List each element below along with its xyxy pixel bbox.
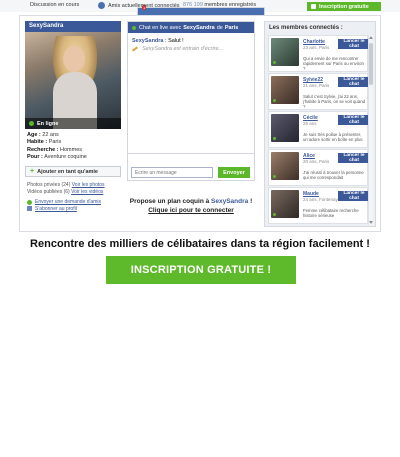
typing-indicator: SexySandra est entrain d'écrire... [131, 45, 250, 53]
subscribe-link[interactable]: S'abonner au profil [27, 206, 121, 213]
online-dot-icon [273, 175, 276, 178]
profile-media: Photos privées (24) Voir les photos Vidé… [25, 182, 121, 195]
profile-links: Envoyer une demande d'amis S'abonner au … [25, 199, 121, 212]
member-item: Charlotte 23 ans, Paris Qui a envie de m… [268, 35, 368, 72]
discussion-label: Discussion en cours [30, 2, 80, 8]
tagline: Rencontre des milliers de célibataires d… [30, 238, 370, 250]
friends-indicator[interactable]: Amis actuellement connectés [98, 2, 180, 9]
chat-cta-text: Propose un plan coquin à SexySandra ! Cl… [127, 197, 255, 215]
age-value: 22 ans [42, 132, 59, 138]
recherche-value: Hommes [60, 146, 83, 153]
top-bar: 1 Discussion en cours Amis actuellement … [0, 0, 400, 167]
member-message: J'ai réussi à trouver la personne qui me… [303, 170, 364, 180]
main-frame: SexySandra En ligne Age : 22 ans Habite … [19, 15, 381, 232]
view-videos-link[interactable]: Voir les vidéos [71, 189, 103, 195]
age-label: Age : [27, 132, 41, 138]
scroll-thumb[interactable] [369, 43, 373, 85]
scroll-up-icon[interactable] [369, 36, 373, 39]
member-info: 23 ans, Paris [303, 45, 330, 50]
chat-message: SexySandra : Salut ! [132, 38, 184, 44]
subscribe-icon [27, 206, 32, 212]
signup-top-label: Inscription gratuite [319, 3, 369, 10]
online-dot-icon [273, 137, 276, 140]
online-status-label: En ligne [37, 120, 59, 127]
launch-chat-button[interactable]: Lancer le chat [338, 191, 368, 201]
members-panel: Les membres connectés : Charlotte 23 ans… [264, 21, 376, 227]
view-photos-link[interactable]: Voir les photos [72, 182, 105, 188]
member-message: Je suis très poilue à présenter, un ador… [303, 132, 363, 142]
photos-count: Photos privées (24) [27, 182, 71, 189]
members-list: Charlotte 23 ans, Paris Qui a envie de m… [268, 35, 368, 225]
add-friend-button[interactable]: + Ajouter en tant qu'amie [25, 166, 121, 178]
online-dot-icon [273, 61, 276, 64]
videos-count: Vidéos publiées (6) [27, 188, 70, 195]
plus-icon: + [30, 168, 35, 176]
users-icon [98, 2, 105, 9]
profile-panel: SexySandra En ligne Age : 22 ans Habite … [25, 21, 121, 231]
members-count-label: membres enregistrés [204, 2, 257, 8]
discussion-indicator[interactable]: 1 Discussion en cours [30, 2, 265, 167]
habite-label: Habite : [27, 139, 48, 146]
member-info: 20 ans, Paris [303, 159, 330, 164]
signup-cta-button[interactable]: INSCRIPTION GRATUITE ! [106, 256, 296, 284]
launch-chat-button[interactable]: Lancer le chat [338, 77, 368, 87]
members-title: Les membres connectés : [269, 25, 343, 31]
friends-label: Amis actuellement connectés [108, 2, 180, 9]
add-friend-label: Ajouter en tant qu'amie [37, 168, 98, 175]
message-input[interactable] [131, 167, 213, 178]
pour-label: Pour : [27, 153, 43, 160]
member-info: 21 ans, Paris [303, 83, 330, 88]
profile-photo[interactable]: En ligne [25, 32, 121, 129]
profile-info: Age : 22 ans Habite : Paris Recherche : … [25, 132, 121, 161]
profile-username: SexySandra [25, 21, 121, 32]
chat-header: Chat en live avec SexySandra de Paris [128, 22, 254, 33]
members-scrollbar[interactable] [368, 35, 373, 225]
member-item: Cécile 25 ans Je suis très poilue à prés… [268, 111, 368, 148]
member-info: 25 ans [303, 121, 317, 126]
member-item: Sylvie22 21 ans, Paris Salut c'est Sylvi… [268, 73, 368, 110]
chat-online-icon [132, 25, 136, 30]
launch-chat-button[interactable]: Lancer le chat [338, 39, 368, 49]
member-item: Maude 24 ans, Fontenay-s... Femme céliba… [268, 187, 368, 224]
online-dot-icon [29, 121, 34, 126]
habite-value: Paris [48, 139, 62, 146]
online-dot-icon [273, 99, 276, 102]
member-message: Qui a envie de me rencontrer rapidement … [303, 56, 364, 71]
scroll-down-icon[interactable] [369, 221, 373, 224]
member-message: Salut c'est Sylvie, j'ai 22 ans, j'habit… [303, 94, 365, 109]
launch-chat-button[interactable]: Lancer le chat [338, 153, 368, 163]
send-button[interactable]: Envoyer [218, 167, 250, 178]
pencil-icon [131, 46, 139, 52]
lock-icon [311, 4, 316, 9]
pour-value: Aventure coquine [44, 153, 87, 160]
launch-chat-button[interactable]: Lancer le chat [338, 115, 368, 125]
chat-panel: Chat en live avec SexySandra de Paris Se… [127, 21, 255, 181]
members-count-indicator: 876 199 membres enregistrés [183, 2, 256, 8]
chat-messages: SexySandra : Salut ! SexySandra est entr… [128, 33, 254, 154]
add-user-icon [27, 199, 32, 205]
members-count: 876 199 [183, 2, 203, 8]
online-dot-icon [273, 213, 276, 216]
recherche-label: Recherche : [27, 146, 59, 153]
online-status: En ligne [25, 118, 121, 129]
member-item: Alice 20 ans, Paris J'ai réussi à trouve… [268, 149, 368, 186]
signup-top-button[interactable]: Inscription gratuite [307, 2, 381, 11]
connect-link[interactable]: Clique ici pour te connecter [127, 206, 255, 215]
member-message: Femme célibataire recherche histoire sér… [303, 208, 359, 218]
